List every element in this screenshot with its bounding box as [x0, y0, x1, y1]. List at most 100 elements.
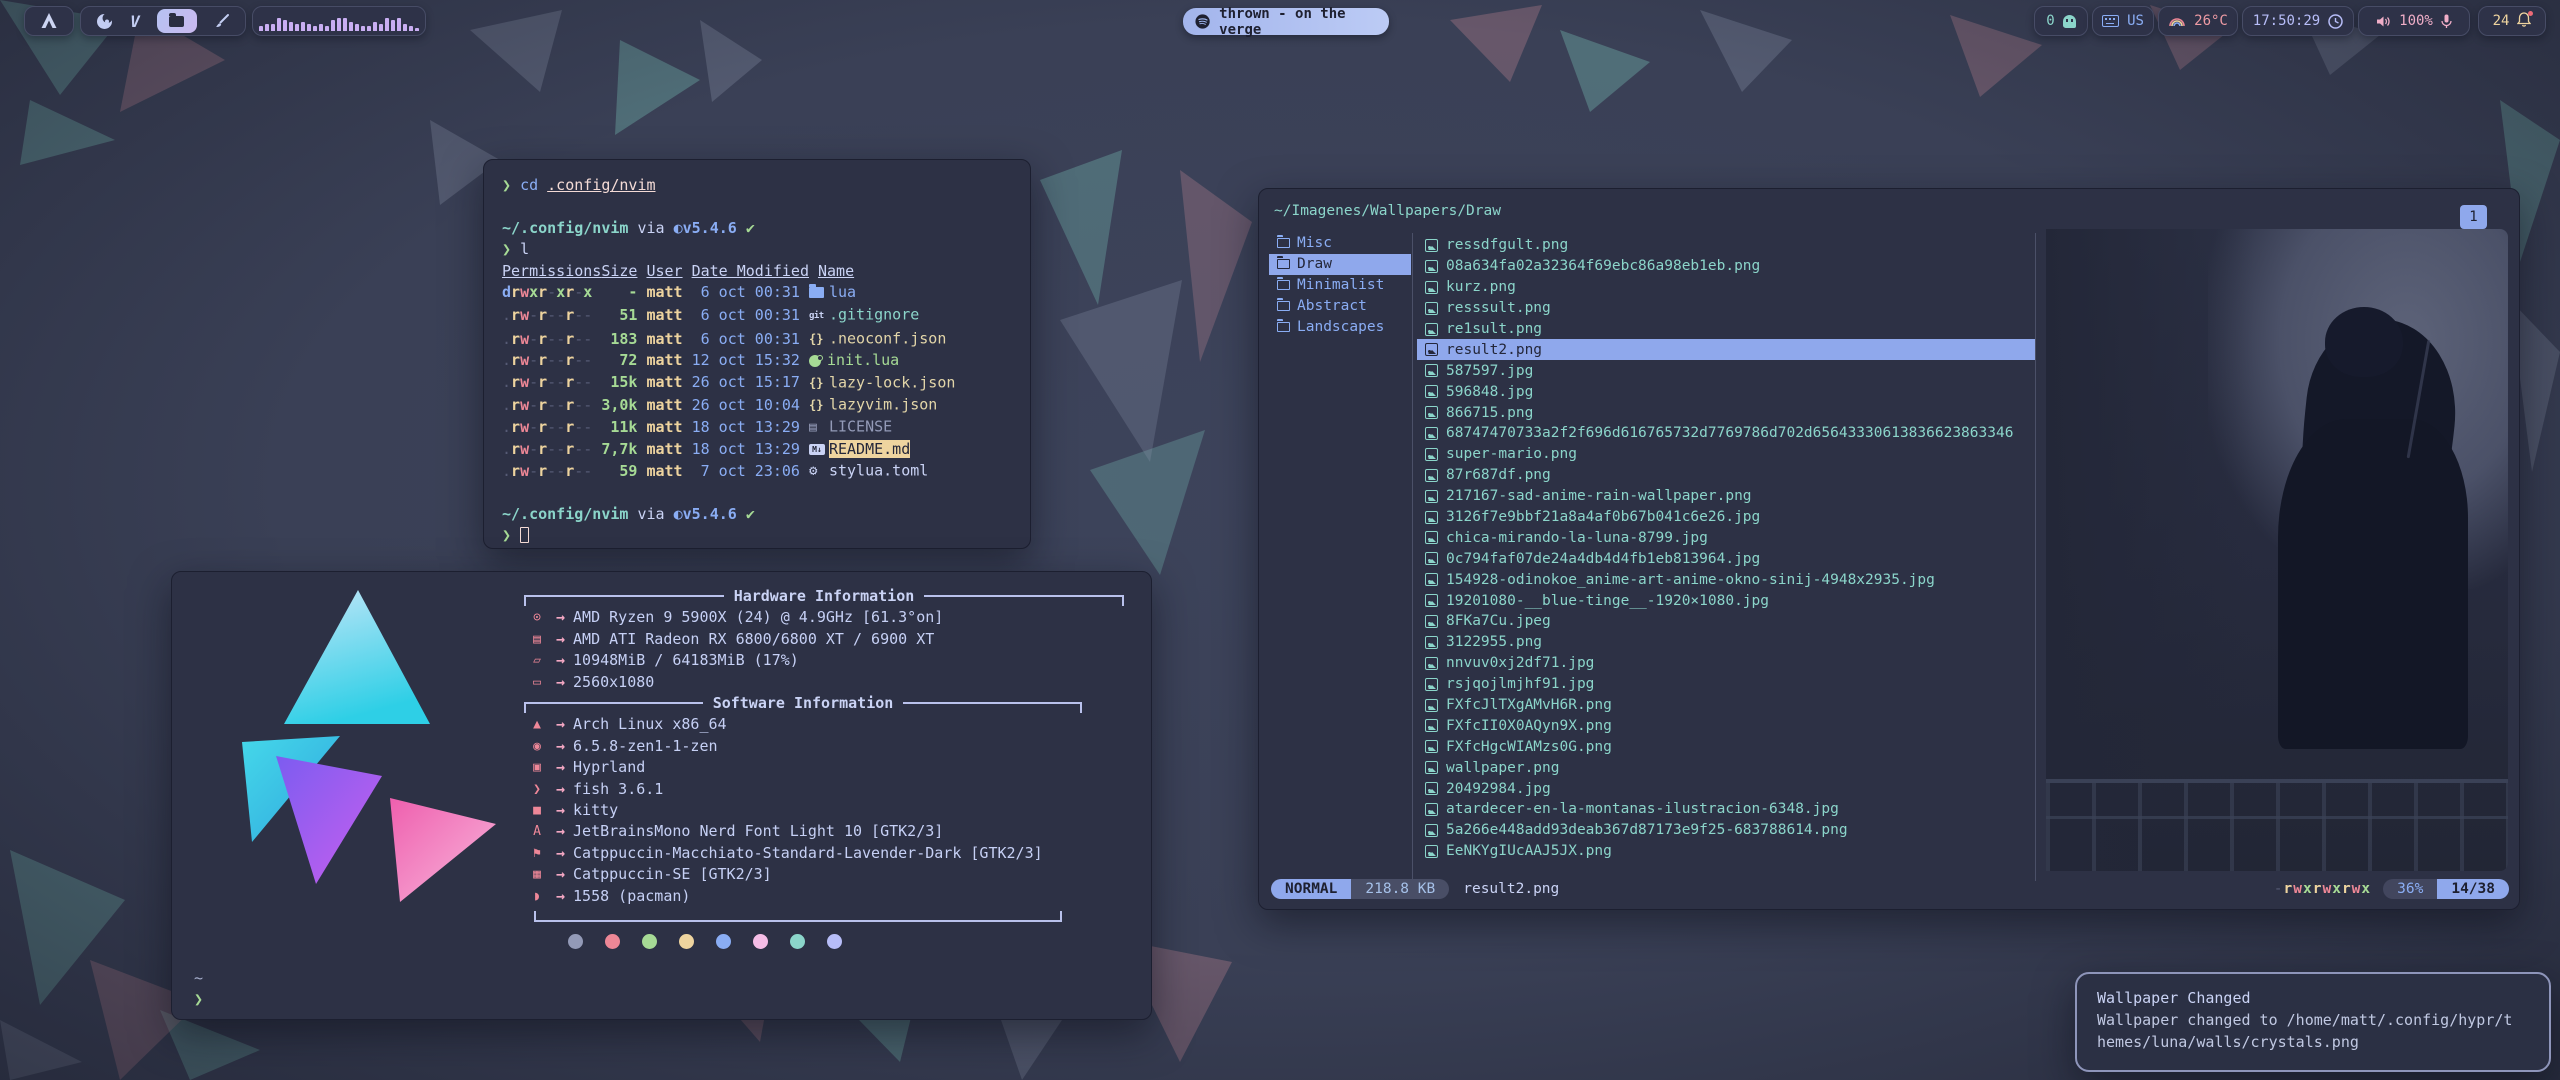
image-file-icon [1425, 406, 1438, 419]
fetch-terminal-window[interactable]: Hardware Information ⊙→AMD Ryzen 9 5900X… [171, 571, 1152, 1020]
icon-json [809, 372, 829, 394]
file-list-item[interactable]: wallpaper.png [1417, 757, 2035, 778]
file-list-item[interactable]: result2.png [1417, 339, 2035, 360]
firefox-icon[interactable] [96, 13, 113, 30]
preview-girl-body [2278, 419, 2468, 749]
audio-widget[interactable]: 100% [2358, 6, 2470, 36]
info-row: A→JetBrainsMono Nerd Font Light 10 [GTK2… [524, 821, 1124, 842]
clock-widget[interactable]: 17:50:29 [2242, 6, 2354, 36]
arrow-icon: → [556, 886, 565, 907]
app-shortcuts-group: V [80, 6, 246, 36]
file-manager-icon-active[interactable] [157, 9, 197, 33]
tab-badge[interactable]: 1 [2460, 205, 2487, 229]
file-list-item[interactable]: 866715.png [1417, 402, 2035, 423]
image-file-icon [1425, 573, 1438, 586]
prompt-symbol: ❯ [194, 990, 203, 1008]
visualizer-bar [307, 24, 311, 31]
weather-widget[interactable]: 26°C [2158, 6, 2238, 36]
file-list-item[interactable]: 8FKa7Cu.jpeg [1417, 611, 2035, 632]
cursor-position: 14/38 [2437, 879, 2509, 899]
file-list-item[interactable]: atardecer-en-la-montanas-ilustracion-634… [1417, 799, 2035, 820]
file-list-item[interactable]: nnvuv0xj2df71.jpg [1417, 653, 2035, 674]
file-list-item[interactable]: resssult.png [1417, 298, 2035, 319]
image-preview-pane [2046, 229, 2508, 871]
file-list-item[interactable]: 20492984.jpg [1417, 778, 2035, 799]
shell-prompt-cursor-line[interactable]: ❯ [502, 525, 1012, 546]
sidebar-directory-item[interactable]: Landscapes [1269, 317, 1411, 338]
file-list-item[interactable]: 19201080-__blue-tinge__-1920×1080.jpg [1417, 590, 2035, 611]
file-list-item[interactable]: 68747470733a2f2f696d616765732d7769786d70… [1417, 423, 2035, 444]
info-row: ■→kitty [524, 800, 1124, 821]
arrow-icon: → [556, 607, 565, 628]
fetch-info-panel: Hardware Information ⊙→AMD Ryzen 9 5900X… [524, 586, 1124, 949]
file-list-item[interactable]: 217167-sad-anime-rain-wallpaper.png [1417, 486, 2035, 507]
ls-file-row: .rw-r--r--3,0k matt 26 oct 10:04lazyvim.… [502, 394, 1012, 416]
hardware-section-header: Hardware Information [524, 586, 1124, 607]
image-file-icon [1425, 469, 1438, 482]
sidebar-directory-item[interactable]: Minimalist [1269, 275, 1411, 296]
info-row: ❯→fish 3.6.1 [524, 779, 1124, 800]
file-manager-window[interactable]: ~/Imagenes/Wallpapers/Draw 1 Misc Draw M… [1258, 188, 2520, 910]
crystal-arch-logo [190, 584, 520, 944]
file-list-item[interactable]: 5a266e448add93deab367d87173e9f25-6837886… [1417, 820, 2035, 841]
file-list-item[interactable]: 596848.jpg [1417, 381, 2035, 402]
sidebar-directory-item[interactable]: Abstract [1269, 296, 1411, 317]
file-list-item[interactable]: 154928-odinokoe_anime-art-anime-okno-sin… [1417, 569, 2035, 590]
parent-directory-list: Misc Draw Minimalist Abstract Landscapes [1269, 233, 1411, 337]
notification-toast[interactable]: Wallpaper Changed Wallpaper changed to /… [2075, 972, 2551, 1072]
file-list-item[interactable]: kurz.png [1417, 277, 2035, 298]
info-row: ⊙→AMD Ryzen 9 5900X (24) @ 4.9GHz [61.3°… [524, 607, 1124, 628]
visualizer-bar [379, 24, 383, 31]
file-list-item[interactable]: chica-mirando-la-luna-8799.jpg [1417, 527, 2035, 548]
file-list-item[interactable]: 87r687df.png [1417, 465, 2035, 486]
icon-md [809, 444, 825, 455]
file-list-item[interactable]: 08a634fa02a32364f69ebc86a98eb1eb.png [1417, 256, 2035, 277]
launcher-button[interactable] [24, 6, 74, 36]
updates-widget[interactable]: 0 [2034, 6, 2088, 36]
image-file-icon [1425, 761, 1438, 774]
file-list-item[interactable]: rsjqojlmjhf91.jpg [1417, 674, 2035, 695]
file-list-item[interactable]: re1sult.png [1417, 319, 2035, 340]
folder-icon [169, 16, 184, 27]
fetch-shell-prompt[interactable]: ~ ❯ [194, 968, 203, 1011]
icon-book [809, 416, 829, 438]
notification-dot [2528, 11, 2533, 16]
arrow-icon: → [556, 757, 565, 778]
icon-json [809, 328, 829, 350]
ls-file-row: .rw-r--r--51 matt 6 oct 00:31.gitignore [502, 303, 1012, 327]
file-list-item[interactable]: EeNKYgIUcAAJ5JX.png [1417, 841, 2035, 862]
vim-icon[interactable]: V [130, 12, 140, 31]
visualizer-bar [397, 18, 401, 31]
notifications-widget[interactable]: 24 [2478, 6, 2546, 36]
file-list-item[interactable]: super-mario.png [1417, 444, 2035, 465]
spotify-now-playing[interactable]: thrown - on the verge [1183, 8, 1389, 35]
paintbrush-icon[interactable] [214, 13, 230, 29]
file-list-item[interactable]: 587597.jpg [1417, 360, 2035, 381]
file-list-item[interactable]: FXfcII0X0AQyn9X.png [1417, 715, 2035, 736]
file-list-item[interactable]: FXfcHgcWIAMzs0G.png [1417, 736, 2035, 757]
music-visualizer[interactable] [252, 6, 426, 36]
visualizer-bar [385, 18, 389, 31]
file-list-item[interactable]: 3122955.png [1417, 632, 2035, 653]
terminal-window[interactable]: ❯ cd .config/nvim ~/.config/nvim via ◐v5… [483, 159, 1031, 549]
breadcrumb-path: ~/Imagenes/Wallpapers/Draw [1274, 203, 1501, 219]
file-list-item[interactable]: 0c794faf07de24a4db4d4fb1eb813964.jpg [1417, 548, 2035, 569]
status-bar: NORMAL 218.8 KB result2.png -rwxrwxrwx 3… [1271, 877, 2509, 901]
file-list-item[interactable]: 3126f7e9bbf21a8a4af0b67b041c6e26.jpg [1417, 507, 2035, 528]
sidebar-directory-item[interactable]: Draw [1269, 254, 1411, 275]
font-icon: A [524, 821, 550, 842]
file-permissions: -rwxrwxrwx [2274, 881, 2371, 897]
file-list-item[interactable]: FXfcJlTXgAMvH6R.png [1417, 695, 2035, 716]
visualizer-bar [289, 22, 293, 31]
hardware-info-rows: ⊙→AMD Ryzen 9 5900X (24) @ 4.9GHz [61.3°… [524, 607, 1124, 693]
file-list-item[interactable]: ressdfgult.png [1417, 235, 2035, 256]
icon-git [809, 303, 829, 327]
visualizer-bar [259, 26, 263, 31]
image-file-icon [1425, 281, 1438, 294]
open-folder-icon [1277, 280, 1290, 290]
keyboard-layout-widget[interactable]: US [2092, 6, 2154, 36]
sidebar-directory-item[interactable]: Misc [1269, 233, 1411, 254]
ls-file-row: .rw-r--r--72 matt 12 oct 15:32init.lua [502, 350, 1012, 371]
info-row: ▤→AMD ATI Radeon RX 6800/6800 XT / 6900 … [524, 629, 1124, 650]
packages-icon: ◗ [524, 886, 550, 907]
